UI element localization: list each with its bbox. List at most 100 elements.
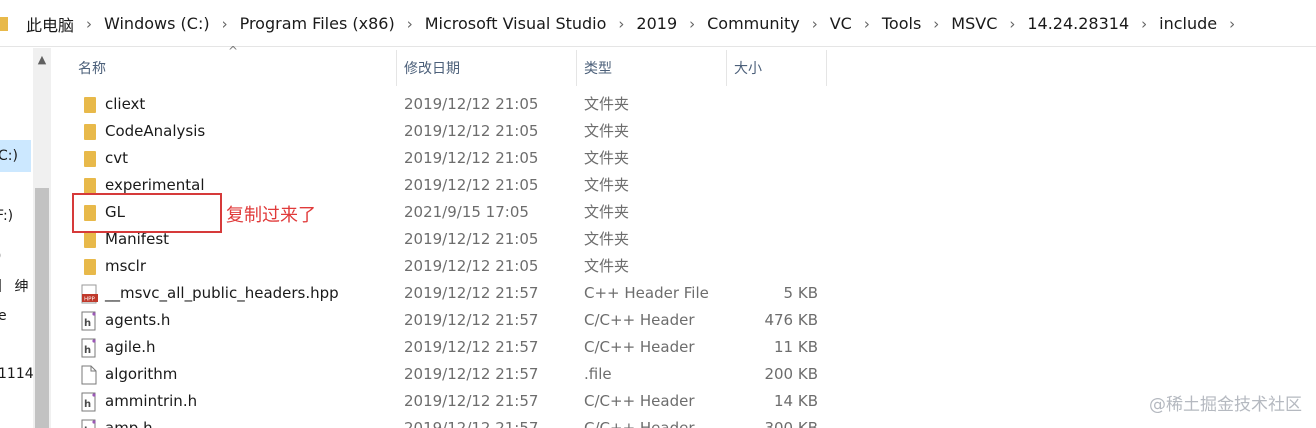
chevron-right-icon[interactable]: ›: [610, 15, 632, 33]
file-date: 2019/12/12 21:57: [404, 392, 539, 410]
column-divider[interactable]: [576, 50, 577, 86]
file-date: 2019/12/12 21:05: [404, 95, 539, 113]
file-size: 476 KB: [764, 311, 818, 329]
file-date: 2021/9/15 17:05: [404, 203, 529, 221]
file-row[interactable]: h amp.h 2019/12/12 21:57 C/C++ Header 30…: [70, 415, 830, 428]
column-header-modified[interactable]: 修改日期: [404, 52, 460, 84]
breadcrumb-item[interactable]: Windows (C:): [100, 14, 214, 33]
chevron-right-icon[interactable]: ›: [399, 15, 421, 33]
file-type: 文件夹: [584, 203, 630, 221]
nav-item[interactable]: ): [0, 248, 1, 264]
nav-item[interactable]: F:): [0, 208, 13, 224]
file-row[interactable]: msclr 2019/12/12 21:05 文件夹: [70, 253, 830, 280]
file-date: 2019/12/12 21:57: [404, 419, 539, 428]
file-date: 2019/12/12 21:05: [404, 122, 539, 140]
folder-icon: [84, 232, 96, 248]
file-type: .file: [584, 365, 612, 383]
file-row[interactable]: cliext 2019/12/12 21:05 文件夹: [70, 91, 830, 118]
file-type: 文件夹: [584, 257, 630, 275]
file-row[interactable]: algorithm 2019/12/12 21:57 .file 200 KB: [70, 361, 830, 388]
file-name: __msvc_all_public_headers.hpp: [105, 284, 339, 302]
chevron-right-icon[interactable]: ›: [214, 15, 236, 33]
file-size: 14 KB: [774, 392, 818, 410]
file-name: cvt: [105, 149, 129, 167]
breadcrumb-item[interactable]: Program Files (x86): [236, 14, 399, 33]
breadcrumb: 此电脑 › Windows (C:) › Program Files (x86)…: [0, 0, 1243, 47]
file-row[interactable]: cvt 2019/12/12 21:05 文件夹: [70, 145, 830, 172]
file-size: 5 KB: [783, 284, 818, 302]
chevron-right-icon[interactable]: ›: [1001, 15, 1023, 33]
file-name: agents.h: [105, 311, 171, 329]
file-type: 文件夹: [584, 230, 630, 248]
annotation-highlight-box: [72, 193, 222, 233]
chevron-right-icon[interactable]: ›: [856, 15, 878, 33]
chevron-right-icon[interactable]: ›: [1221, 15, 1243, 33]
file-date: 2019/12/12 21:05: [404, 230, 539, 248]
file-size: 300 KB: [764, 419, 818, 428]
folder-icon: [0, 16, 8, 31]
file-size: 200 KB: [764, 365, 818, 383]
file-name: algorithm: [105, 365, 178, 383]
file-row[interactable]: h ammintrin.h 2019/12/12 21:57 C/C++ Hea…: [70, 388, 830, 415]
file-type: C/C++ Header: [584, 419, 695, 428]
file-type: 文件夹: [584, 95, 630, 113]
file-name: amp.h: [105, 419, 153, 428]
vertical-scrollbar[interactable]: ▲: [33, 48, 51, 428]
breadcrumb-item[interactable]: 14.24.28314: [1023, 14, 1133, 33]
column-divider[interactable]: [396, 50, 397, 86]
breadcrumb-item[interactable]: Tools: [878, 14, 925, 33]
file-icon: [81, 365, 97, 385]
breadcrumb-item[interactable]: Microsoft Visual Studio: [421, 14, 611, 33]
chevron-right-icon[interactable]: ›: [681, 15, 703, 33]
nav-item[interactable]: 1114: [0, 366, 33, 382]
header-file-icon: h: [81, 338, 96, 358]
folder-icon: [84, 151, 96, 167]
file-date: 2019/12/12 21:57: [404, 311, 539, 329]
column-divider[interactable]: [726, 50, 727, 86]
scrollbar-thumb[interactable]: [35, 188, 49, 428]
svg-text:h: h: [84, 345, 91, 356]
file-row[interactable]: h agile.h 2019/12/12 21:57 C/C++ Header …: [70, 334, 830, 361]
nav-item[interactable]: C:): [0, 148, 18, 164]
folder-icon: [84, 97, 96, 113]
navigation-pane: C:) F:) ) 】 绅 e 1114: [0, 48, 33, 428]
file-name: CodeAnalysis: [105, 122, 206, 140]
chevron-right-icon[interactable]: ›: [78, 15, 100, 33]
header-file-icon: h: [81, 311, 96, 331]
file-name: ammintrin.h: [105, 392, 198, 410]
file-row[interactable]: CodeAnalysis 2019/12/12 21:05 文件夹: [70, 118, 830, 145]
chevron-right-icon[interactable]: ›: [925, 15, 947, 33]
file-row[interactable]: HPP __msvc_all_public_headers.hpp 2019/1…: [70, 280, 830, 307]
column-header-type[interactable]: 类型: [584, 52, 612, 84]
breadcrumb-item[interactable]: Community: [703, 14, 804, 33]
chevron-right-icon[interactable]: ›: [1133, 15, 1155, 33]
column-divider[interactable]: [826, 50, 827, 86]
file-type: C++ Header File: [584, 284, 709, 302]
scroll-up-icon[interactable]: ▲: [33, 52, 51, 68]
svg-text:HPP: HPP: [84, 297, 95, 303]
file-name: cliext: [105, 95, 146, 113]
header-file-icon: h: [81, 392, 96, 412]
file-type: C/C++ Header: [584, 338, 695, 356]
file-type: 文件夹: [584, 122, 630, 140]
header-file-icon: h: [81, 419, 96, 428]
breadcrumb-item[interactable]: VC: [826, 14, 856, 33]
file-date: 2019/12/12 21:57: [404, 365, 539, 383]
breadcrumb-item[interactable]: include: [1155, 14, 1221, 33]
breadcrumb-item[interactable]: 2019: [632, 14, 681, 33]
file-date: 2019/12/12 21:57: [404, 284, 539, 302]
file-type: C/C++ Header: [584, 392, 695, 410]
chevron-right-icon[interactable]: ›: [804, 15, 826, 33]
watermark: @稀土掘金技术社区: [1149, 395, 1302, 415]
file-date: 2019/12/12 21:05: [404, 176, 539, 194]
file-type: C/C++ Header: [584, 311, 695, 329]
nav-item[interactable]: e: [0, 308, 7, 324]
breadcrumb-item[interactable]: 此电脑: [22, 12, 78, 36]
breadcrumb-item[interactable]: MSVC: [947, 14, 1001, 33]
column-header-size[interactable]: 大小: [734, 52, 762, 84]
column-header-name[interactable]: 名称: [78, 52, 106, 84]
nav-item[interactable]: 】 绅: [0, 276, 28, 296]
file-date: 2019/12/12 21:05: [404, 257, 539, 275]
address-bar[interactable]: 此电脑 › Windows (C:) › Program Files (x86)…: [0, 0, 1316, 47]
file-row[interactable]: h agents.h 2019/12/12 21:57 C/C++ Header…: [70, 307, 830, 334]
